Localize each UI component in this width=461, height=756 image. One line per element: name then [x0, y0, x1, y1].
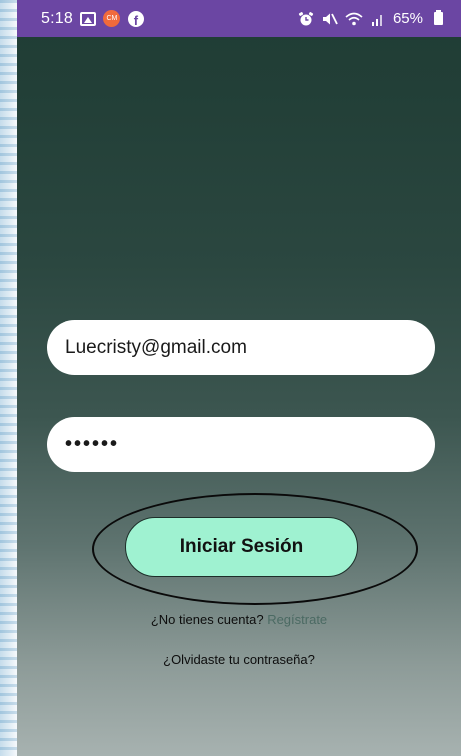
battery-icon [429, 10, 447, 28]
app-notification-icon: CM [103, 10, 121, 28]
gallery-icon [79, 10, 97, 28]
register-link[interactable]: Regístrate [267, 612, 327, 627]
signal-icon [369, 10, 387, 28]
status-right: 65% [297, 10, 447, 28]
alarm-icon [297, 10, 315, 28]
register-row: ¿No tienes cuenta? Regístrate [17, 612, 461, 627]
wifi-icon [345, 10, 363, 28]
status-bar: 5:18 CM f 65% [17, 0, 461, 37]
status-left: 5:18 CM f [41, 10, 145, 28]
login-button[interactable]: Iniciar Sesión [125, 517, 358, 577]
no-account-text: ¿No tienes cuenta? [150, 612, 264, 627]
phone-screen: 5:18 CM f 65% Iniciar Sesión ¿No ti [17, 0, 461, 756]
forgot-password-link[interactable]: ¿Olvidaste tu contraseña? [17, 652, 461, 667]
side-strip [0, 0, 17, 756]
facebook-icon: f [127, 10, 145, 28]
battery-percentage: 65% [392, 10, 423, 27]
email-input[interactable] [47, 320, 435, 375]
status-time: 5:18 [41, 9, 73, 27]
password-input[interactable] [47, 417, 435, 472]
mute-icon [321, 10, 339, 28]
